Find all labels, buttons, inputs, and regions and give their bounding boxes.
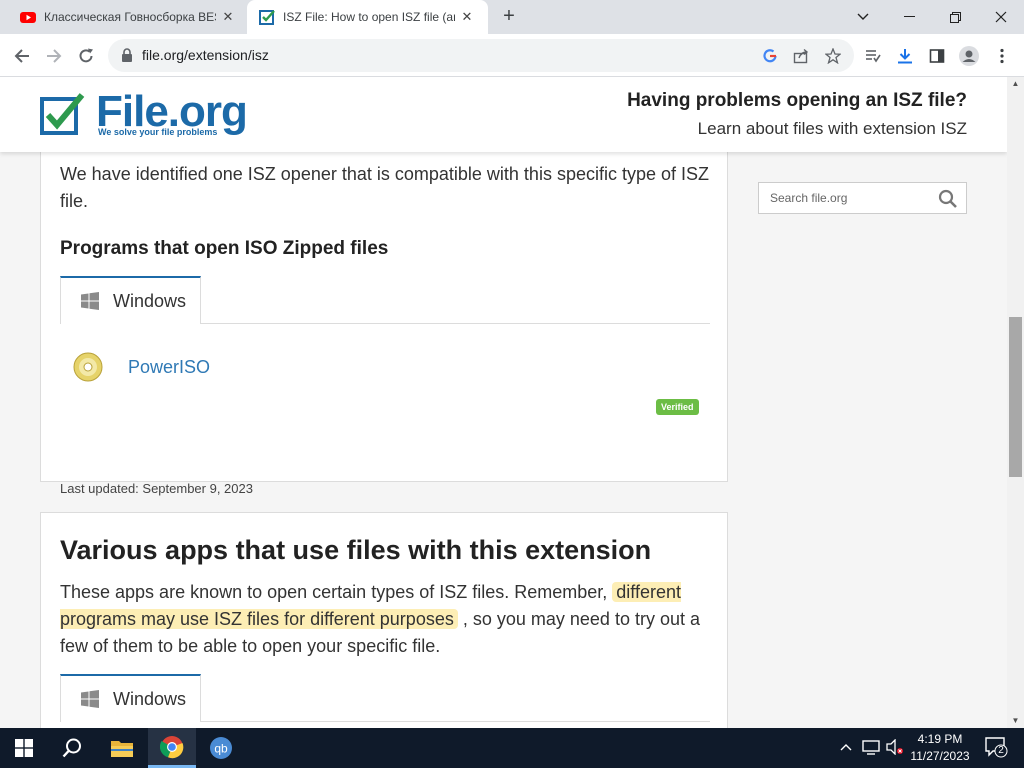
- chrome-menu-icon[interactable]: [992, 46, 1012, 66]
- page-viewport: File.org We solve your file problems Hav…: [0, 77, 1007, 728]
- browser-tab-strip: Классическая Говносборка BES ✕ ISZ File:…: [0, 0, 1024, 34]
- download-icon[interactable]: [895, 46, 915, 66]
- taskbar-search-button[interactable]: [48, 728, 96, 768]
- browser-toolbar: file.org/extension/isz: [0, 34, 1024, 77]
- chrome-icon: [160, 735, 184, 758]
- volume-muted-icon[interactable]: [886, 738, 904, 758]
- tab-search-chevron-icon[interactable]: [840, 0, 886, 34]
- windows-logo-icon: [81, 292, 99, 310]
- close-tab-icon[interactable]: ✕: [459, 9, 475, 25]
- minimize-button[interactable]: [886, 0, 932, 34]
- network-icon[interactable]: [862, 739, 880, 758]
- tab-title: ISZ File: How to open ISZ file (and: [283, 10, 455, 24]
- search-icon[interactable]: [938, 189, 958, 209]
- file-org-check-icon: [259, 10, 275, 25]
- windows-start-icon: [15, 739, 33, 757]
- close-window-button[interactable]: [978, 0, 1024, 34]
- lock-icon: [122, 48, 132, 62]
- new-tab-button[interactable]: +: [498, 6, 520, 28]
- start-button[interactable]: [0, 728, 48, 768]
- programs-card: We have identified one ISZ opener that i…: [40, 117, 728, 496]
- tab-label: Windows: [113, 688, 187, 709]
- folder-icon: [111, 741, 133, 757]
- qbittorrent-icon: qb: [210, 737, 232, 759]
- various-apps-text: These apps are known to open certain typ…: [60, 579, 710, 660]
- tab-divider: [201, 323, 710, 324]
- reload-icon: [79, 48, 93, 63]
- site-search-input[interactable]: Search file.org: [758, 182, 967, 214]
- tab-divider: [201, 721, 710, 722]
- taskbar-qbittorrent[interactable]: qb: [197, 728, 245, 768]
- clock-date: 11/27/2023: [910, 749, 970, 763]
- taskbar-chrome[interactable]: [148, 728, 196, 768]
- logo-check-icon: [40, 93, 85, 135]
- tab-label: Windows: [113, 290, 187, 311]
- site-header: File.org We solve your file problems Hav…: [0, 77, 1007, 152]
- text-before-highlight: These apps are known to open certain typ…: [60, 582, 608, 602]
- restore-button[interactable]: [932, 0, 978, 34]
- google-lens-icon[interactable]: [760, 46, 780, 66]
- program-row-poweriso[interactable]: PowerISO: [72, 351, 210, 383]
- tray-overflow-chevron-icon[interactable]: [840, 739, 852, 754]
- scroll-down-arrow-icon[interactable]: ▼: [1007, 714, 1024, 728]
- forward-arrow-icon: [47, 49, 62, 63]
- profile-avatar-icon[interactable]: [959, 46, 979, 66]
- share-icon[interactable]: [791, 46, 811, 66]
- windows-taskbar: qb 4:19 PM 11/27/2023 2: [0, 728, 1024, 768]
- url-text: file.org/extension/isz: [142, 47, 269, 63]
- svg-text:qb: qb: [214, 742, 228, 756]
- forward-button[interactable]: [40, 42, 68, 70]
- notification-icon: [985, 737, 1008, 758]
- last-updated-text: Last updated: September 9, 2023: [60, 481, 253, 496]
- back-arrow-icon: [14, 49, 29, 63]
- intro-text: We have identified one ISZ opener that i…: [60, 164, 710, 211]
- reload-button[interactable]: [72, 42, 100, 70]
- header-subtitle: Learn about files with extension ISZ: [697, 119, 967, 138]
- various-apps-heading: Various apps that use files with this ex…: [60, 535, 652, 565]
- taskbar-file-explorer[interactable]: [98, 728, 146, 768]
- tab-windows-apps[interactable]: Windows: [60, 674, 201, 722]
- address-bar[interactable]: file.org/extension/isz: [108, 39, 854, 72]
- programs-heading: Programs that open ISO Zipped files: [60, 238, 389, 259]
- search-icon: [62, 738, 81, 758]
- tab-youtube[interactable]: Классическая Говносборка BES ✕: [8, 0, 246, 34]
- file-org-logo[interactable]: File.org We solve your file problems: [40, 87, 270, 139]
- side-panel-icon[interactable]: [927, 46, 947, 66]
- header-question: Having problems opening an ISZ file?: [627, 90, 967, 111]
- logo-tagline: We solve your file problems: [98, 127, 218, 137]
- notification-center-button[interactable]: 2: [984, 736, 1008, 761]
- youtube-icon: [20, 12, 36, 23]
- tab-windows[interactable]: Windows: [60, 276, 201, 324]
- various-apps-card: Various apps that use files with this ex…: [40, 512, 728, 728]
- scroll-up-arrow-icon[interactable]: ▲: [1007, 77, 1024, 91]
- close-tab-icon[interactable]: ✕: [220, 9, 236, 25]
- back-button[interactable]: [8, 42, 36, 70]
- search-placeholder: Search file.org: [770, 191, 848, 205]
- scrollbar-thumb[interactable]: [1009, 317, 1022, 477]
- tab-title: Классическая Говносборка BES: [44, 10, 216, 24]
- verified-badge: Verified: [656, 399, 699, 415]
- program-link-poweriso[interactable]: PowerISO: [128, 357, 210, 378]
- notification-count: 2: [998, 745, 1004, 756]
- poweriso-disc-icon: [73, 352, 103, 382]
- clock-time: 4:19 PM: [917, 732, 963, 746]
- page-scrollbar[interactable]: ▲ ▼: [1007, 77, 1024, 728]
- tab-file-org[interactable]: ISZ File: How to open ISZ file (and ✕: [247, 0, 488, 34]
- bookmark-star-icon[interactable]: [823, 46, 843, 66]
- reading-list-icon[interactable]: [863, 46, 883, 66]
- system-clock[interactable]: 4:19 PM 11/27/2023: [904, 731, 976, 765]
- windows-logo-icon: [81, 690, 99, 708]
